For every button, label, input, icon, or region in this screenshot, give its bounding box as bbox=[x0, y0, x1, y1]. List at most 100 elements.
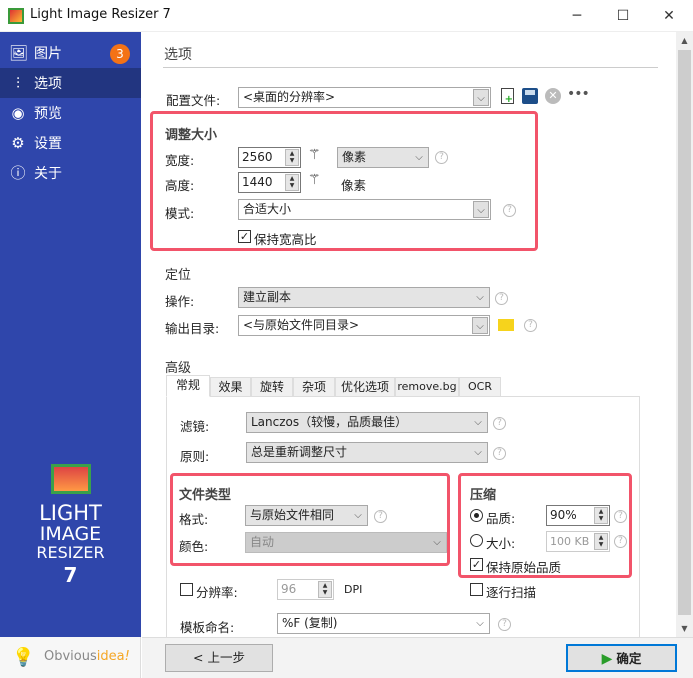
keep-ratio-label: 保持宽高比 bbox=[254, 232, 317, 247]
stepper-arrows-icon[interactable]: ▲ ▼ bbox=[285, 149, 299, 166]
sidebar-item-settings[interactable]: ⚙ 设置 bbox=[0, 128, 141, 158]
back-button[interactable]: < 上一步 bbox=[165, 644, 273, 672]
rule-label: 原则: bbox=[180, 449, 210, 464]
size-radio[interactable] bbox=[470, 534, 483, 547]
quality-radio[interactable] bbox=[470, 509, 483, 522]
template-select[interactable]: %F (复制) ⌵ bbox=[277, 613, 490, 634]
profile-label: 配置文件: bbox=[166, 93, 221, 108]
tab-remove-bg[interactable]: remove.bg bbox=[395, 377, 459, 397]
delete-profile-icon[interactable]: ✕ bbox=[545, 88, 561, 104]
chevron-down-icon: ⌵ bbox=[415, 152, 423, 163]
output-dir-label: 输出目录: bbox=[165, 321, 220, 336]
chevron-down-icon: ⌵ bbox=[354, 510, 362, 521]
scroll-down-icon[interactable]: ▼ bbox=[676, 620, 693, 637]
logo-text: 7 bbox=[63, 563, 78, 587]
scrollbar-thumb[interactable] bbox=[678, 50, 691, 615]
color-label: 颜色: bbox=[179, 539, 209, 554]
help-icon[interactable]: ? bbox=[374, 510, 387, 523]
rule-value: 总是重新调整尺寸 bbox=[251, 445, 348, 459]
quality-stepper[interactable]: 90% ▲ ▼ bbox=[546, 505, 610, 526]
tab-optimize[interactable]: 优化选项 bbox=[335, 377, 395, 397]
chevron-down-icon: ⌵ bbox=[433, 537, 441, 548]
quality-value: 90% bbox=[550, 508, 577, 522]
quality-label: 品质: bbox=[486, 511, 516, 526]
output-dir-value: <与原始文件同目录> bbox=[243, 318, 360, 332]
sidebar-item-label: 关于 bbox=[34, 166, 62, 182]
sidebar-item-label: 选项 bbox=[34, 76, 62, 92]
sidebar-item-label: 预览 bbox=[34, 106, 62, 122]
app-logo: LIGHT IMAGE RESIZER 7 bbox=[0, 464, 141, 588]
profile-select[interactable]: <桌面的分辨率> ⌵ bbox=[238, 87, 491, 108]
help-icon[interactable]: ? bbox=[435, 151, 448, 164]
title-bar: Light Image Resizer 7 ─ ☐ ✕ bbox=[0, 0, 693, 32]
chevron-down-icon: ⌵ bbox=[474, 417, 482, 428]
keep-quality-checkbox[interactable]: ✓ bbox=[470, 558, 483, 571]
operation-label: 操作: bbox=[165, 294, 195, 309]
unit-select[interactable]: 像素 ⌵ bbox=[337, 147, 429, 168]
sidebar-item-preview[interactable]: ◉ 预览 bbox=[0, 98, 141, 128]
filter-label: 滤镜: bbox=[180, 419, 210, 434]
app-icon bbox=[8, 8, 24, 24]
sidebar-item-pictures[interactable]: 🖼 图片 3 bbox=[0, 38, 141, 68]
pictures-icon: 🖼 bbox=[9, 44, 29, 62]
color-select: 自动 ⌵ bbox=[245, 532, 447, 553]
new-profile-icon[interactable]: + bbox=[501, 88, 514, 105]
save-profile-icon[interactable] bbox=[522, 88, 538, 104]
progressive-checkbox[interactable] bbox=[470, 583, 483, 596]
magic-wand-icon[interactable]: ⚚ bbox=[308, 147, 321, 163]
logo-text: IMAGE bbox=[39, 523, 102, 545]
stepper-arrows-icon[interactable]: ▲ ▼ bbox=[285, 174, 299, 191]
keep-ratio-checkbox[interactable]: ✓ bbox=[238, 230, 251, 243]
operation-value: 建立副本 bbox=[243, 290, 292, 304]
scrollbar[interactable]: ▲ ▼ bbox=[676, 32, 693, 637]
ok-button[interactable]: ▶ 确定 bbox=[566, 644, 677, 672]
close-button[interactable]: ✕ bbox=[646, 4, 692, 28]
maximize-button[interactable]: ☐ bbox=[600, 4, 646, 28]
size-stepper: 100 KB ▲ ▼ bbox=[546, 531, 610, 552]
help-icon[interactable]: ? bbox=[498, 618, 511, 631]
logo-text: RESIZER bbox=[36, 543, 105, 562]
output-dir-select[interactable]: <与原始文件同目录> ⌵ bbox=[238, 315, 490, 336]
format-select[interactable]: 与原始文件相同 ⌵ bbox=[245, 505, 368, 526]
help-icon[interactable]: ? bbox=[493, 417, 506, 430]
tab-rotate[interactable]: 旋转 bbox=[251, 377, 293, 397]
folder-icon[interactable] bbox=[498, 319, 514, 331]
tab-effects[interactable]: 效果 bbox=[210, 377, 251, 397]
dpi-value: 96 bbox=[281, 582, 297, 596]
help-icon[interactable]: ? bbox=[503, 204, 516, 217]
width-value: 2560 bbox=[242, 150, 273, 164]
sidebar-item-options[interactable]: ⫶ 选项 bbox=[0, 68, 141, 98]
help-icon[interactable]: ? bbox=[614, 510, 627, 523]
sidebar-item-about[interactable]: ⓘ 关于 bbox=[0, 158, 141, 188]
help-icon[interactable]: ? bbox=[524, 319, 537, 332]
rule-select[interactable]: 总是重新调整尺寸 ⌵ bbox=[246, 442, 488, 463]
operation-select[interactable]: 建立副本 ⌵ bbox=[238, 287, 490, 308]
scroll-up-icon[interactable]: ▲ bbox=[676, 32, 693, 49]
tab-misc[interactable]: 杂项 bbox=[293, 377, 335, 397]
chevron-down-icon: ⌵ bbox=[476, 618, 484, 629]
tab-general[interactable]: 常规 bbox=[166, 375, 210, 397]
logo-image-icon bbox=[50, 464, 91, 494]
chevron-down-icon: ⌵ bbox=[473, 89, 489, 106]
height-stepper[interactable]: 1440 ▲ ▼ bbox=[238, 172, 301, 193]
width-stepper[interactable]: 2560 ▲ ▼ bbox=[238, 147, 301, 168]
unit-value: 像素 bbox=[342, 150, 367, 164]
magic-wand-icon[interactable]: ⚚ bbox=[308, 172, 321, 188]
profile-value: <桌面的分辨率> bbox=[243, 90, 336, 104]
width-label: 宽度: bbox=[165, 153, 195, 168]
minimize-button[interactable]: ─ bbox=[554, 4, 600, 28]
help-icon[interactable]: ? bbox=[493, 447, 506, 460]
keep-quality-label: 保持原始品质 bbox=[486, 560, 562, 575]
mode-select[interactable]: 合适大小 ⌵ bbox=[238, 199, 491, 220]
stepper-arrows-icon[interactable]: ▲ ▼ bbox=[594, 507, 608, 524]
dpi-checkbox[interactable] bbox=[180, 583, 193, 596]
help-icon[interactable]: ? bbox=[495, 292, 508, 305]
tab-ocr[interactable]: OCR bbox=[459, 377, 501, 397]
more-options-icon[interactable]: ••• bbox=[567, 86, 590, 102]
help-icon[interactable]: ? bbox=[614, 535, 627, 548]
size-value: 100 KB bbox=[550, 535, 590, 548]
filter-select[interactable]: Lanczos（较慢，品质最佳） ⌵ bbox=[246, 412, 488, 433]
format-label: 格式: bbox=[179, 512, 209, 527]
window-title: Light Image Resizer 7 bbox=[30, 7, 171, 22]
chevron-down-icon: ⌵ bbox=[474, 447, 482, 458]
